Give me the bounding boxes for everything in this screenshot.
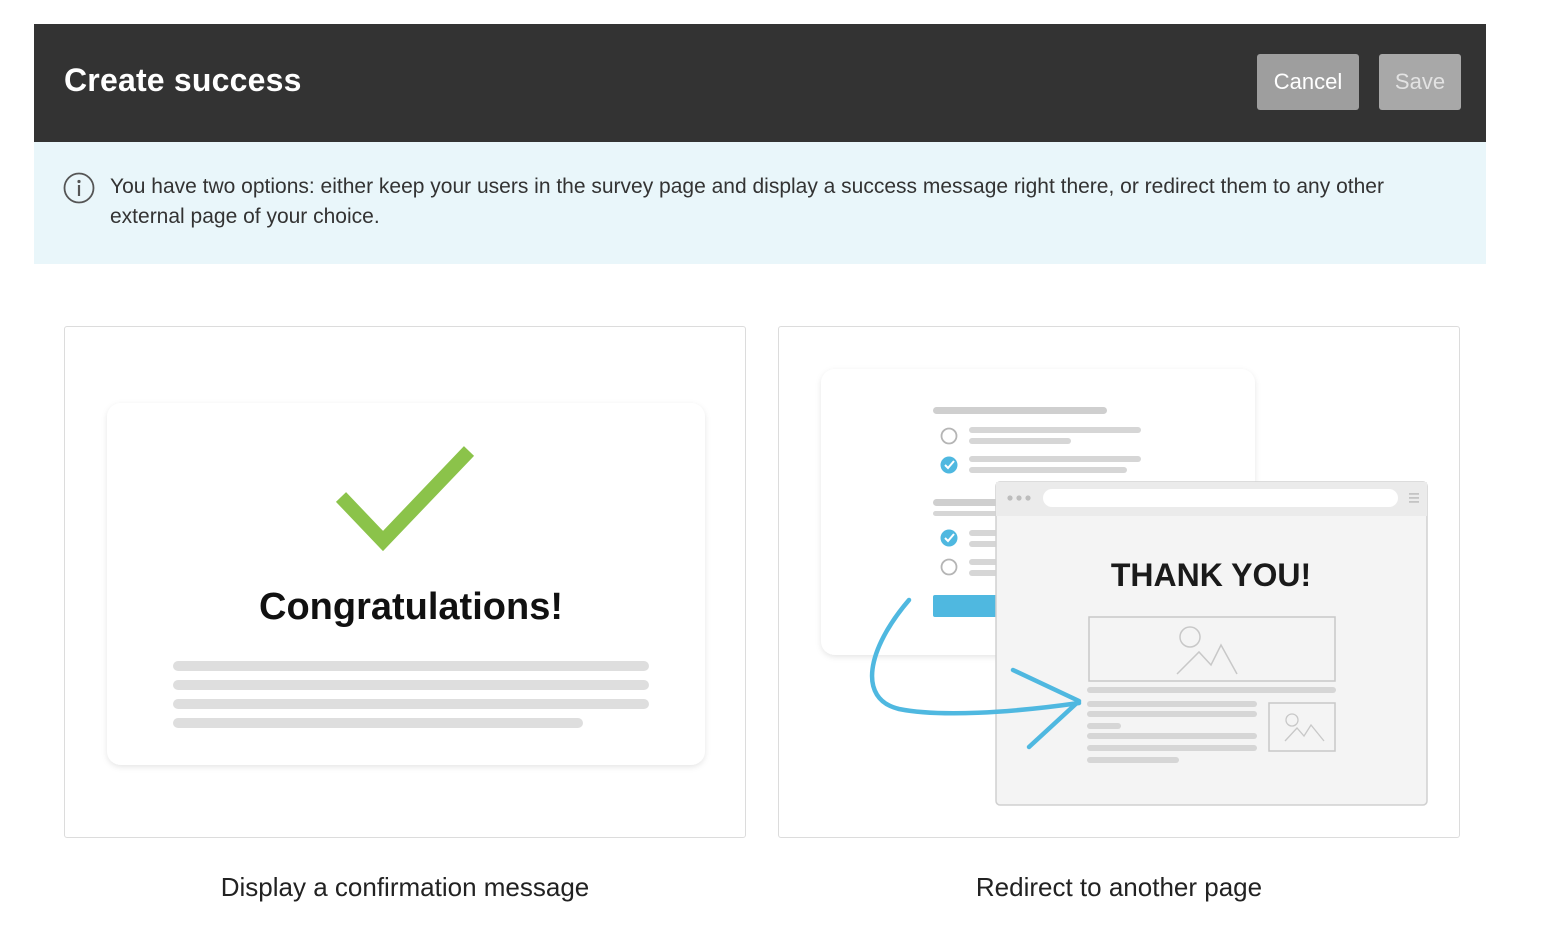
- info-circle-icon: [63, 172, 95, 204]
- page-header: Create success Cancel Save: [34, 24, 1486, 142]
- info-banner: You have two options: either keep your u…: [34, 142, 1486, 264]
- option-card-redirect[interactable]: THANK YOU!: [778, 326, 1460, 838]
- option-label-redirect: Redirect to another page: [975, 872, 1263, 902]
- congratulations-heading: Congratulations!: [259, 586, 563, 628]
- option-card-confirmation[interactable]: Congratulations!: [64, 326, 746, 838]
- page-title: Create success: [64, 62, 302, 98]
- info-text: You have two options: either keep your u…: [110, 175, 1384, 228]
- browser-window-mock: [995, 481, 1428, 806]
- confirmation-panel: [107, 403, 705, 765]
- cancel-button[interactable]: Cancel: [1257, 54, 1359, 110]
- save-button[interactable]: Save: [1379, 54, 1461, 110]
- redirect-illustration: THANK YOU!: [821, 369, 1428, 806]
- option-label-confirmation: Display a confirmation message: [220, 872, 590, 902]
- confirmation-illustration: Congratulations!: [107, 403, 705, 765]
- thank-you-heading: THANK YOU!: [1111, 557, 1311, 593]
